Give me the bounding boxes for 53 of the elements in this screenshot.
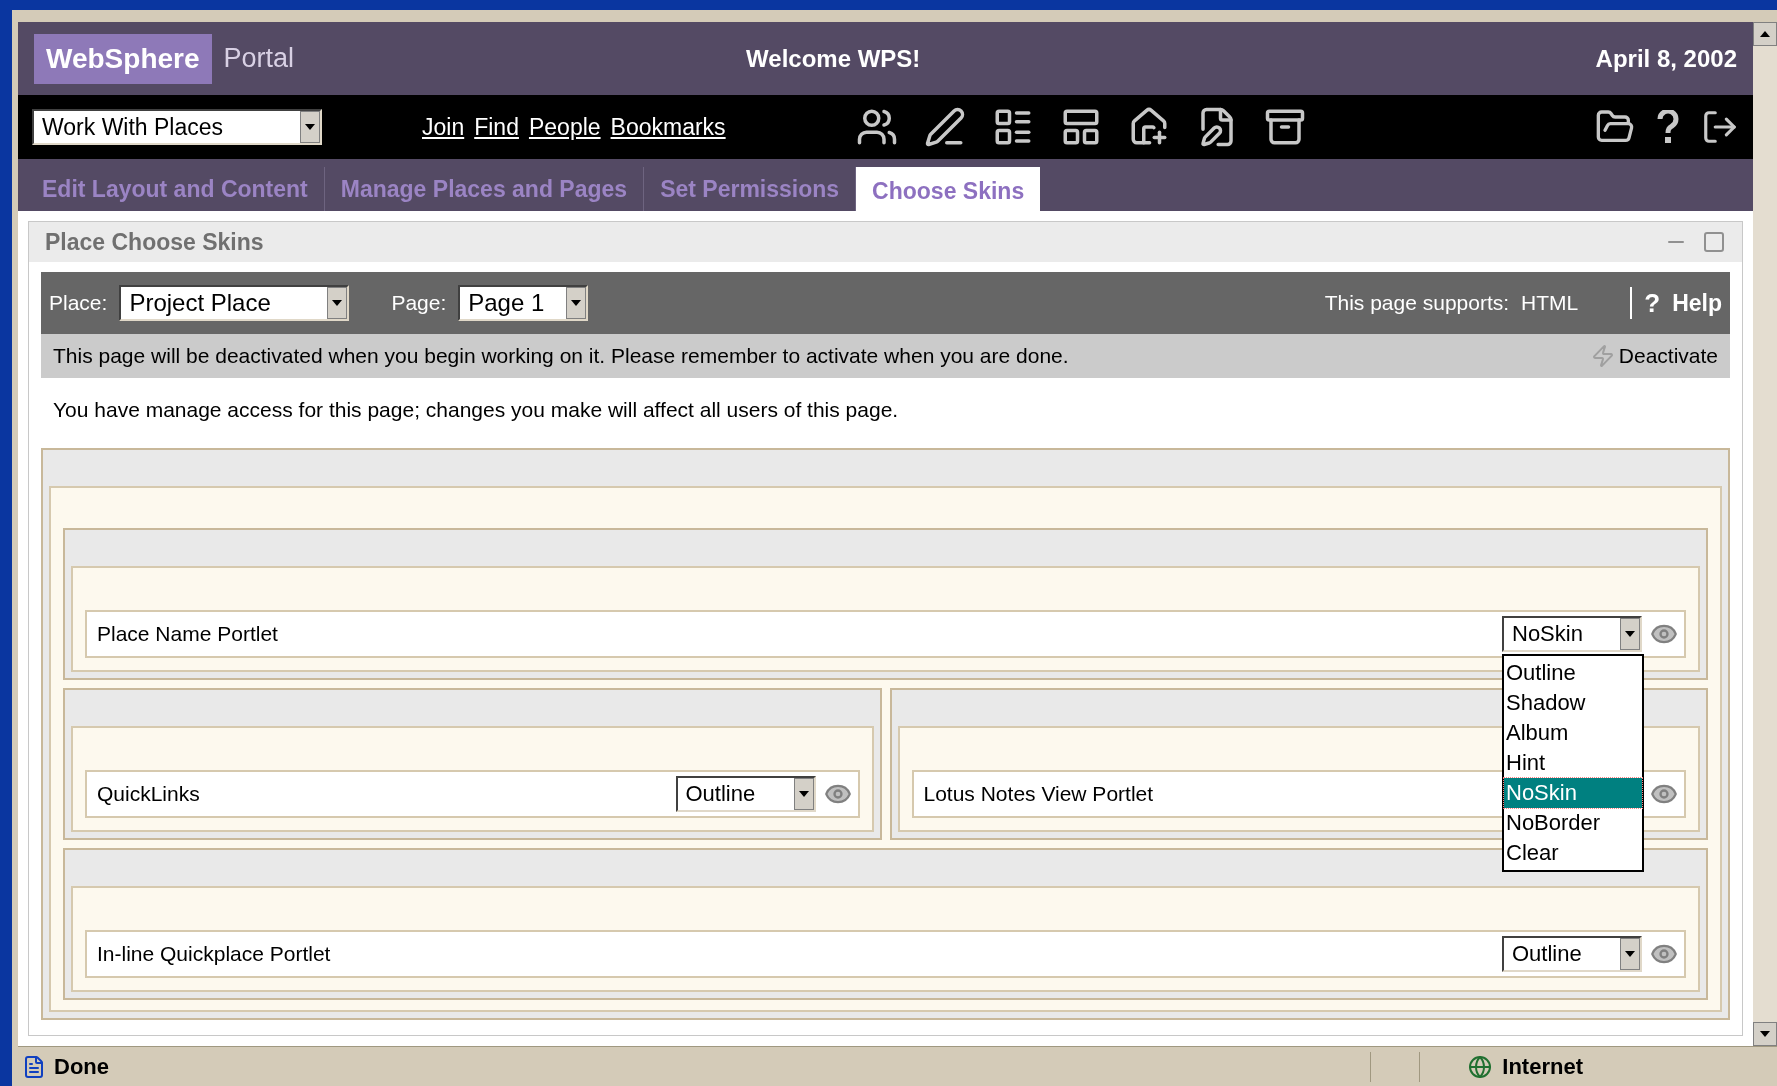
skin-select[interactable]: NoSkin: [1502, 615, 1642, 652]
access-note: You have manage access for this page; changes you make will affect all users of this page.: [52, 397, 900, 423]
welcome-text: Welcome WPS!: [746, 43, 921, 74]
page-select[interactable]: Page 1: [458, 285, 589, 321]
portlet-name: In-line Quickplace Portlet: [97, 940, 332, 967]
scrollbar[interactable]: [1753, 22, 1777, 1046]
skin-option[interactable]: NoBorder: [1504, 807, 1642, 838]
supports-value: HTML: [1521, 290, 1579, 317]
caret-icon: [332, 300, 343, 306]
nav-link[interactable]: Bookmarks: [610, 109, 726, 145]
caret-icon: [798, 790, 809, 797]
status-text: Done: [54, 1053, 109, 1081]
skin-option[interactable]: Outline: [1504, 657, 1642, 688]
maximize-icon[interactable]: [1702, 230, 1726, 254]
place-select[interactable]: Project Place: [119, 285, 350, 321]
page-label: Page:: [391, 290, 447, 317]
skin-select[interactable]: Outline: [1502, 935, 1642, 972]
logout-icon[interactable]: [1701, 108, 1739, 146]
supports-label: This page supports:: [1324, 290, 1510, 317]
portlet-name: Place Name Portlet: [97, 620, 279, 647]
portlet-name: Lotus Notes View Portlet: [923, 780, 1155, 807]
page-icon: [22, 1054, 46, 1079]
product-name: Portal: [223, 42, 295, 76]
nav-link[interactable]: Find: [474, 109, 519, 145]
skin-option[interactable]: NoSkin: [1504, 777, 1642, 808]
skin-option[interactable]: Album: [1504, 717, 1642, 748]
caret-icon: [1760, 31, 1770, 37]
caret-icon: [571, 300, 582, 306]
help-link[interactable]: Help: [1672, 285, 1722, 321]
help-mark: ?: [1644, 286, 1661, 320]
skin-option[interactable]: Clear: [1504, 837, 1642, 868]
caret-icon: [1625, 950, 1635, 957]
zone-text: Internet: [1502, 1053, 1583, 1081]
skin-option[interactable]: Shadow: [1504, 687, 1642, 718]
caret-icon: [1625, 630, 1635, 637]
notice-text: This page will be deactivated when you begin working on it. Please remember to activate when you are done.: [53, 343, 1069, 370]
date-text: April 8, 2002: [1595, 43, 1737, 74]
caret-icon: [305, 124, 315, 130]
place-select[interactable]: Work With Places: [32, 109, 322, 145]
portlet-name: QuickLinks: [97, 780, 201, 807]
nav-link[interactable]: People: [528, 109, 601, 145]
edit-icon[interactable]: [923, 106, 966, 148]
help-icon[interactable]: [1657, 110, 1679, 144]
globe-icon: [1468, 1054, 1493, 1079]
caret-icon: [1760, 1031, 1770, 1037]
lightning-icon: [1590, 344, 1615, 368]
nav-link[interactable]: Join: [422, 109, 465, 145]
skin-option[interactable]: Hint: [1504, 747, 1642, 778]
logo: WebSphere: [34, 33, 212, 84]
portlet-title: Place Choose Skins: [45, 227, 264, 257]
skin-select[interactable]: Outline: [675, 775, 816, 812]
place-label: Place:: [49, 290, 108, 317]
deactivate-link[interactable]: Deactivate: [1618, 340, 1718, 372]
